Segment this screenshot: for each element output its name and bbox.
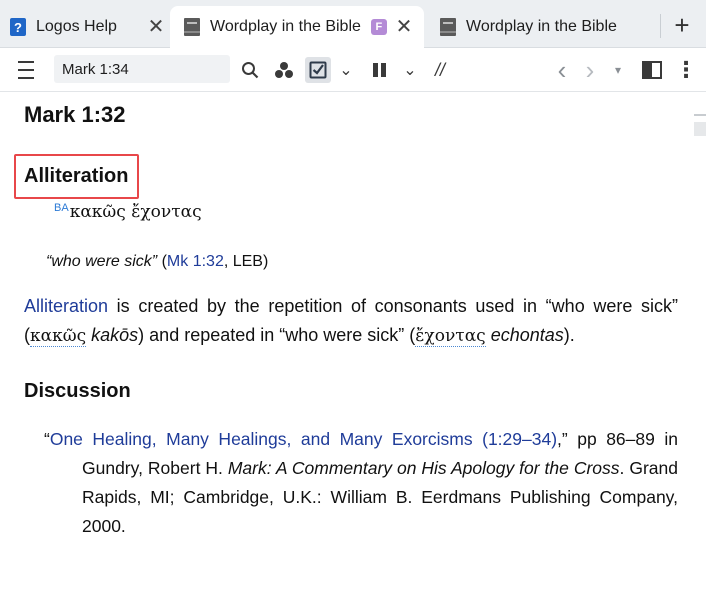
menu-icon[interactable] [14,58,38,82]
chevron-down-icon[interactable]: ⌄ [336,58,356,82]
book-icon [184,18,200,36]
back-arrow-icon[interactable]: ‹ [552,55,572,85]
favorite-badge: F [370,19,387,35]
greek-phrase-line: BAκακῶς ἔχοντας [54,202,202,222]
panel-toolbar: ⌄ ⌄ // ‹ › ▾ ⋮ [0,48,706,92]
morph-marker[interactable]: BA [54,202,69,214]
question-help-icon: ? [10,18,26,36]
search-icon[interactable] [238,58,262,82]
add-tab-button[interactable]: + [668,12,696,40]
tab-wordplay-active[interactable]: Wordplay in the Bible F ✕ [170,6,424,48]
alliteration-link[interactable]: Alliteration [24,296,108,316]
bibliography-entry: “One Healing, Many Healings, and Many Ex… [44,425,678,541]
book-title: Mark: A Commentary on His Apology for th… [227,458,620,478]
scrollbar[interactable] [694,110,706,140]
page-title: Mark 1:32 [24,102,126,127]
history-dropdown-icon[interactable]: ▾ [610,58,626,82]
greek-word-link[interactable]: κακῶς [30,326,87,347]
tab-label: Logos Help [36,18,117,35]
quote-line: “who were sick” (Mk 1:32, LEB) [46,253,268,271]
tab-wordplay-2[interactable]: Wordplay in the Bible [440,6,656,48]
tab-strip: ? Logos Help ✕ Wordplay in the Bible F ✕… [0,0,706,48]
quote-version: , LEB) [223,253,269,270]
layout-columns-icon[interactable] [370,58,390,82]
more-options-icon[interactable]: ⋮ [675,57,697,82]
greek-word-link[interactable]: ἔχοντας [415,326,486,347]
transliteration: echontas [490,325,564,345]
book-icon [440,18,456,36]
section-heading-discussion: Discussion [24,380,131,402]
visual-filter-icon[interactable] [272,58,296,82]
para-text: ) and repeated in “who were sick” ( [138,325,416,345]
tab-label: Wordplay in the Bible [466,18,617,35]
parallel-resources-icon[interactable]: // [428,58,452,82]
reference-input[interactable] [54,55,230,83]
tab-label: Wordplay in the Bible [210,18,361,35]
forward-arrow-icon[interactable]: › [580,55,600,85]
transliteration: kakōs [91,325,139,345]
greek-phrase[interactable]: κακῶς ἔχοντας [70,202,202,222]
split-panel-icon[interactable] [640,58,664,82]
tab-logos-help[interactable]: ? Logos Help ✕ [10,6,166,48]
chevron-down-icon[interactable]: ⌄ [400,58,420,82]
close-icon[interactable]: ✕ [394,17,414,37]
section-heading-alliteration: Alliteration [24,165,129,187]
resource-content: Mark 1:32 Alliteration BAκακῶς ἔχοντας “… [0,92,706,608]
article-link[interactable]: One Healing, Many Healings, and Many Exo… [50,429,557,449]
verse-link[interactable]: Mk 1:32 [167,253,224,270]
alliteration-paragraph: Alliteration is created by the repetitio… [24,292,678,351]
close-icon[interactable]: ✕ [146,17,166,37]
para-text: ). [563,325,575,345]
tab-divider [660,14,661,38]
quote-text: “who were sick” [46,253,158,270]
inline-check-icon[interactable] [305,57,331,83]
